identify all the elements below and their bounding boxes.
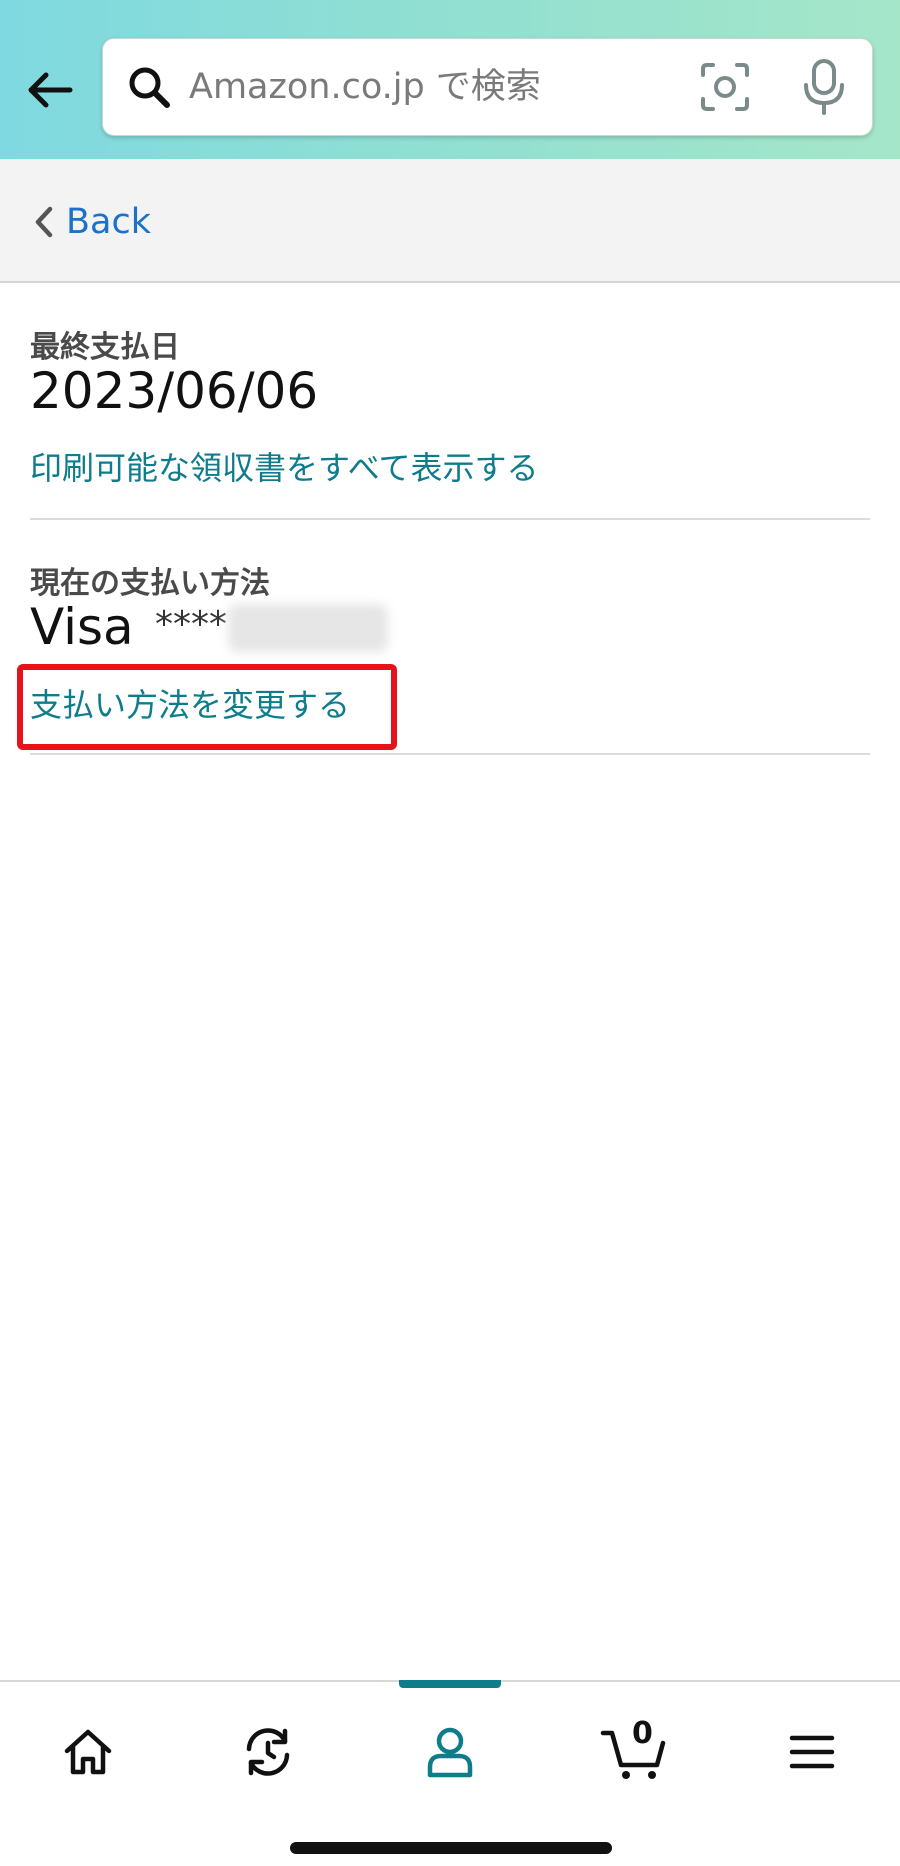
home-icon	[64, 1729, 112, 1775]
view-receipts-link[interactable]: 印刷可能な領収書をすべて表示する	[30, 443, 538, 489]
account-icon	[427, 1727, 473, 1778]
back-bar: Back	[0, 159, 900, 283]
refresh-icon	[246, 1728, 290, 1776]
back-link-label: Back	[66, 202, 151, 242]
cart-count: 0	[632, 1716, 653, 1751]
card-number-mask: ****	[155, 604, 227, 645]
camera-scan-icon[interactable]	[699, 61, 751, 113]
bottom-nav: 0	[0, 1680, 900, 1866]
microphone-icon[interactable]	[800, 57, 848, 117]
active-tab-indicator	[399, 1680, 501, 1688]
divider	[30, 753, 870, 755]
search-box[interactable]	[102, 38, 873, 136]
highlight-box	[17, 664, 397, 750]
home-indicator	[290, 1842, 612, 1854]
search-icon	[129, 67, 170, 108]
card-brand: Visa	[30, 598, 134, 656]
last-payment-label: 最終支払日	[30, 330, 180, 365]
page: Back 最終支払日 2023/06/06 印刷可能な領収書をすべて表示する 現…	[0, 0, 900, 1866]
payment-method-label: 現在の支払い方法	[30, 566, 270, 601]
back-link[interactable]: Back	[32, 197, 151, 247]
divider	[30, 518, 870, 520]
last-payment-date: 2023/06/06	[30, 362, 319, 420]
nav-reorder[interactable]	[228, 1712, 308, 1792]
nav-home[interactable]	[48, 1712, 128, 1792]
nav-cart[interactable]: 0	[590, 1712, 680, 1792]
chevron-left-icon	[35, 206, 53, 238]
menu-icon	[789, 1735, 835, 1769]
nav-account[interactable]	[410, 1712, 490, 1792]
back-arrow-icon[interactable]	[20, 60, 80, 120]
search-input[interactable]	[189, 53, 749, 121]
top-header	[0, 0, 900, 159]
card-number-redacted	[228, 604, 388, 652]
nav-menu[interactable]	[772, 1712, 852, 1792]
